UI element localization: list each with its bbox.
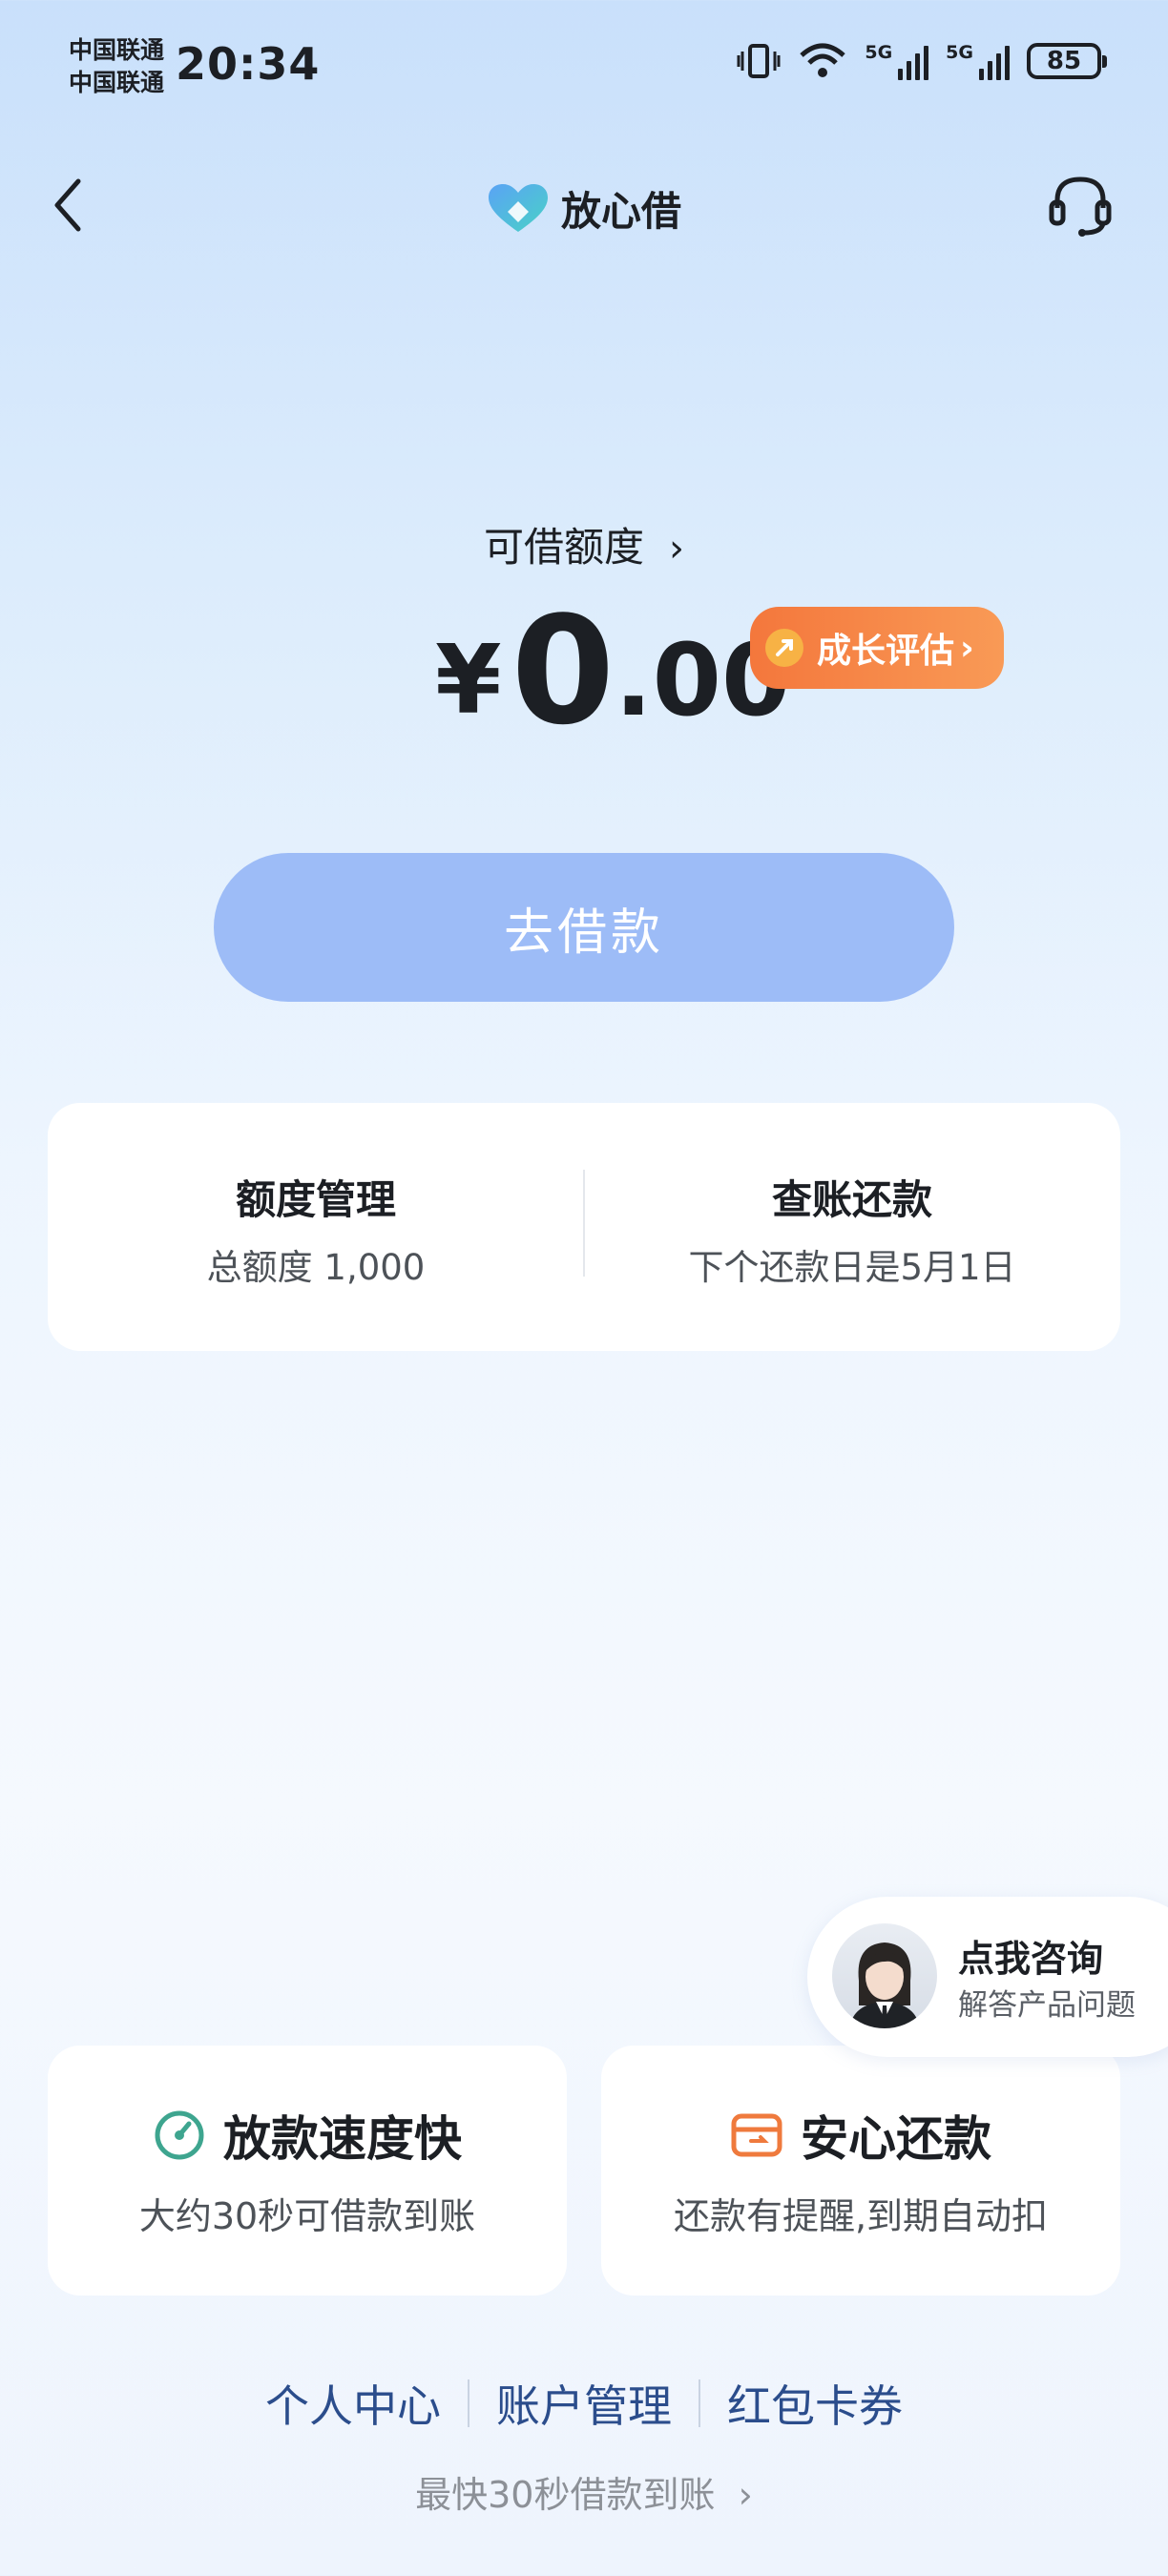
vibrate-icon (737, 44, 781, 78)
feature-title: 放款速度快 (223, 2111, 462, 2167)
bill-repayment-title: 查账还款 (771, 1176, 932, 1223)
link-account-management[interactable]: 账户管理 (496, 2372, 672, 2435)
tagline-text: 最快30秒借款到账 (415, 2474, 716, 2516)
status-icons: 5G 5G 85 (737, 42, 1107, 80)
consult-bubble[interactable]: 点我咨询 解答产品问题 (807, 1897, 1168, 2057)
feature-title-row: 放款速度快 (48, 2101, 567, 2170)
link-personal-center[interactable]: 个人中心 (265, 2372, 441, 2435)
link-coupons[interactable]: 红包卡券 (727, 2372, 903, 2435)
bill-repayment[interactable]: 查账还款 下个还款日是5月1日 (584, 1103, 1120, 1351)
amount-integer: 0 (511, 584, 615, 758)
signal-icon-2: 5G (946, 42, 1010, 80)
limit-management[interactable]: 额度管理 总额度 1,000 (48, 1103, 584, 1351)
battery-level: 85 (1046, 47, 1082, 75)
chevron-right-icon: › (960, 628, 974, 668)
feature-card-fast-loan: 放款速度快 大约30秒可借款到账 (48, 2046, 567, 2296)
app-brand: 放心借 (487, 179, 681, 238)
currency-symbol: ¥ (435, 624, 502, 736)
network-type-1: 5G (865, 42, 893, 63)
app-logo-icon (489, 183, 548, 232)
link-separator (699, 2379, 700, 2427)
growth-evaluation-label: 成长评估 (817, 632, 955, 671)
total-limit-text: 总额度 1,000 (206, 1247, 426, 1288)
chevron-right-icon: › (657, 527, 685, 571)
carrier-2: 中国联通 (69, 69, 165, 96)
rocket-icon (765, 629, 803, 667)
carrier-labels: 中国联通 中国联通 (69, 34, 164, 99)
borrow-button[interactable]: 去借款 (214, 853, 954, 1002)
agent-avatar (832, 1923, 937, 2028)
footer-links: 个人中心 账户管理 红包卡券 (0, 2372, 1168, 2435)
consult-title: 点我咨询 (958, 1938, 1104, 1980)
chevron-left-icon[interactable] (46, 172, 94, 239)
status-time: 20:34 (176, 38, 321, 90)
feature-title-row: 安心还款 (601, 2101, 1120, 2170)
limit-management-title: 额度管理 (235, 1176, 396, 1223)
speedometer-icon (155, 2110, 204, 2160)
chevron-right-icon: › (726, 2474, 753, 2516)
feature-title: 安心还款 (801, 2111, 991, 2167)
credit-amount: ¥ 0 .00 (435, 584, 790, 758)
credit-limit-label[interactable]: 可借额度 › (0, 515, 1168, 573)
signal-icon-1: 5G (865, 42, 929, 80)
next-due-date-text: 下个还款日是5月1日 (688, 1247, 1016, 1288)
feature-subtitle: 还款有提醒,到期自动扣 (673, 2195, 1049, 2237)
headset-icon[interactable] (1046, 170, 1115, 239)
feature-card-safe-repay: 安心还款 还款有提醒,到期自动扣 (601, 2046, 1120, 2296)
consult-subtitle: 解答产品问题 (958, 1988, 1136, 2023)
app-name: 放心借 (561, 188, 682, 235)
footer-tagline[interactable]: 最快30秒借款到账 › (0, 2465, 1168, 2518)
account-summary-card: 额度管理 总额度 1,000 查账还款 下个还款日是5月1日 (48, 1103, 1120, 1351)
feature-subtitle: 大约30秒可借款到账 (138, 2195, 476, 2237)
growth-evaluation-button[interactable]: 成长评估 › (750, 607, 1004, 689)
credit-limit-text: 可借额度 (483, 524, 644, 571)
link-separator (468, 2379, 469, 2427)
wifi-icon (800, 43, 846, 77)
carrier-1: 中国联通 (69, 36, 165, 64)
battery-icon: 85 (1027, 43, 1107, 79)
network-type-2: 5G (946, 42, 973, 63)
wallet-icon (731, 2113, 782, 2157)
